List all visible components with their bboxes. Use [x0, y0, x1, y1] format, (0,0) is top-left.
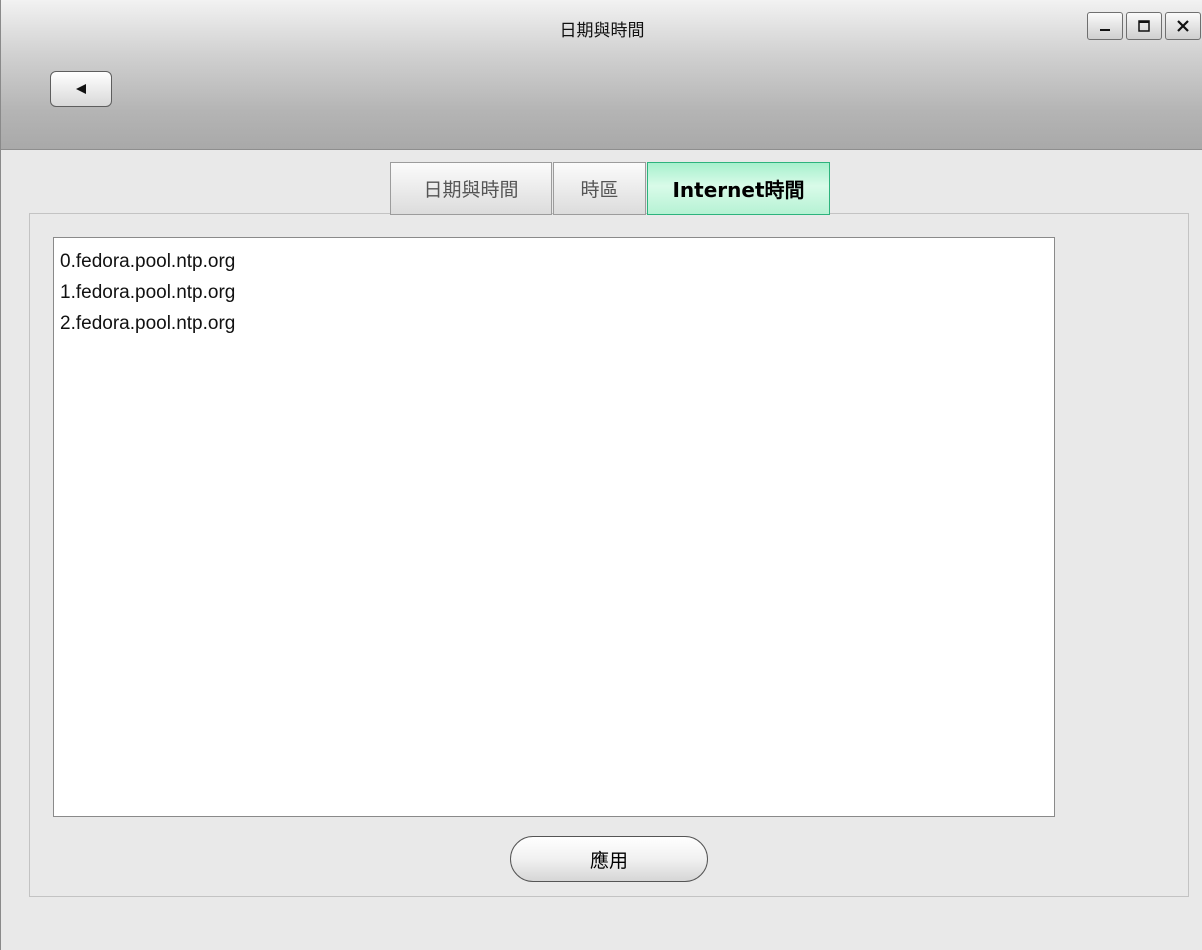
maximize-icon [1138, 20, 1150, 32]
list-item[interactable]: 0.fedora.pool.ntp.org [60, 246, 1048, 277]
ntp-server-list[interactable]: 0.fedora.pool.ntp.org 1.fedora.pool.ntp.… [53, 237, 1055, 817]
window-title: 日期與時間 [559, 21, 645, 41]
minimize-button[interactable] [1087, 12, 1123, 40]
back-arrow-icon [76, 84, 86, 94]
apply-button[interactable]: 應用 [510, 836, 708, 882]
list-item[interactable]: 2.fedora.pool.ntp.org [60, 308, 1048, 339]
tab-date-time[interactable]: 日期與時間 [390, 162, 552, 215]
tab-internet-time[interactable]: Internet時間 [647, 162, 830, 215]
back-button[interactable] [50, 71, 112, 107]
tab-timezone[interactable]: 時區 [553, 162, 646, 215]
tab-bar: 日期與時間 時區 Internet時間 [390, 162, 831, 215]
date-time-window: 日期與時間 日期與時間 時區 Internet時間 0.fedora.pool.… [0, 0, 1202, 950]
list-item[interactable]: 1.fedora.pool.ntp.org [60, 277, 1048, 308]
window-controls [1087, 12, 1201, 40]
maximize-button[interactable] [1126, 12, 1162, 40]
close-icon [1177, 20, 1189, 32]
minimize-icon [1100, 29, 1110, 31]
title-bar: 日期與時間 [1, 0, 1202, 150]
close-button[interactable] [1165, 12, 1201, 40]
